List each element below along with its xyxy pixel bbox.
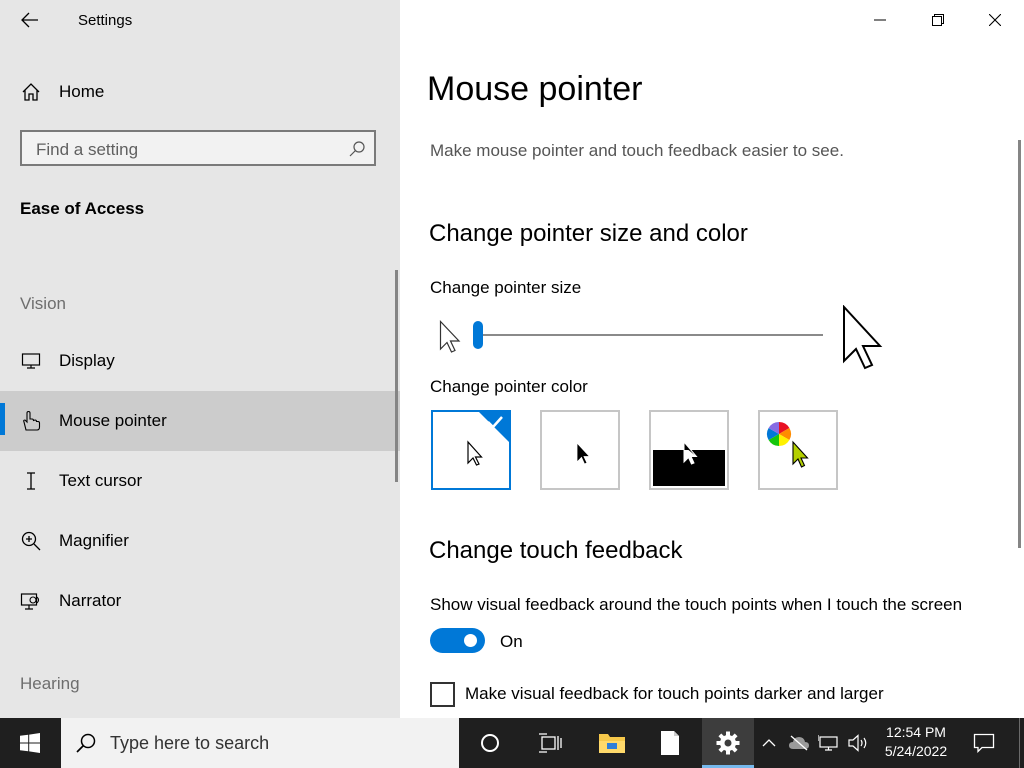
- close-icon: [989, 14, 1001, 26]
- monitor-icon: [20, 350, 42, 372]
- sidebar-item-label: Narrator: [59, 591, 122, 610]
- windows-logo-icon: [20, 733, 40, 753]
- selection-indicator: [0, 403, 5, 435]
- settings-search-box[interactable]: [20, 130, 376, 166]
- settings-search-input[interactable]: [34, 138, 338, 162]
- close-button[interactable]: [967, 0, 1023, 40]
- home-icon: [20, 81, 42, 103]
- pointer-color-black[interactable]: [540, 410, 620, 490]
- notepad-button[interactable]: [646, 718, 694, 768]
- speaker-icon: [848, 734, 867, 752]
- pointer-color-white[interactable]: [431, 410, 511, 490]
- sidebar-item-display[interactable]: Display: [0, 331, 400, 391]
- magnifier-icon: [20, 530, 42, 552]
- black-pointer-swatch: [576, 441, 591, 465]
- sidebar-item-label: Display: [59, 351, 115, 370]
- darker-feedback-label: Make visual feedback for touch points da…: [465, 684, 884, 703]
- inverted-pointer-swatch: [653, 440, 725, 486]
- search-icon[interactable]: [348, 140, 366, 158]
- pointer-size-label: Change pointer size: [430, 278, 582, 297]
- back-arrow-icon: [21, 12, 38, 28]
- pointer-size-slider-thumb[interactable]: [473, 321, 483, 349]
- folder-icon: [599, 734, 625, 753]
- visual-feedback-label: Show visual feedback around the touch po…: [430, 595, 963, 614]
- pointer-section-heading: Change pointer size and color: [429, 220, 748, 247]
- cortana-icon: [481, 734, 499, 752]
- sidebar-item-magnifier[interactable]: Magnifier: [0, 511, 400, 571]
- taskbar-search-box[interactable]: Type here to search: [61, 718, 459, 768]
- minimize-icon: [874, 19, 886, 21]
- vision-heading: Vision: [20, 294, 66, 313]
- clock-date: 5/24/2022: [884, 743, 948, 759]
- sidebar-item-text-cursor[interactable]: Text cursor: [0, 451, 400, 511]
- cortana-button[interactable]: [466, 718, 514, 768]
- sidebar-item-mouse-pointer[interactable]: Mouse pointer: [0, 391, 400, 451]
- sidebar-item-label: Magnifier: [59, 531, 129, 550]
- page-title: Mouse pointer: [427, 70, 643, 108]
- network-button[interactable]: [816, 718, 842, 768]
- hearing-heading: Hearing: [20, 674, 80, 693]
- pointer-color-custom[interactable]: [758, 410, 838, 490]
- settings-taskbar-button[interactable]: [702, 718, 754, 768]
- file-explorer-button[interactable]: [588, 718, 636, 768]
- task-view-button[interactable]: [526, 718, 574, 768]
- restore-button[interactable]: [910, 0, 966, 40]
- main-scrollbar[interactable]: [1018, 140, 1021, 548]
- taskbar: Type here to search 12:54 PM 5/24/2022: [0, 718, 1024, 768]
- minimize-button[interactable]: [852, 0, 908, 40]
- volume-button[interactable]: [846, 718, 872, 768]
- sidebar-item-label: Text cursor: [59, 471, 143, 490]
- narrator-icon: [20, 590, 42, 612]
- sidebar-scrollbar[interactable]: [395, 270, 398, 482]
- group-heading: Ease of Access: [20, 199, 145, 218]
- text-cursor-icon: [20, 470, 42, 492]
- gear-icon: [716, 731, 740, 755]
- chevron-up-icon: [762, 739, 776, 747]
- search-icon: [76, 733, 96, 753]
- taskbar-search-placeholder: Type here to search: [110, 733, 270, 753]
- pointer-color-inverted[interactable]: [649, 410, 729, 490]
- app-title: Settings: [78, 12, 133, 29]
- clock-time: 12:54 PM: [886, 724, 946, 740]
- sidebar-item-narrator[interactable]: Narrator: [0, 571, 400, 631]
- document-icon: [661, 731, 679, 755]
- cloud-offline-icon: [789, 735, 809, 751]
- task-view-icon: [539, 733, 562, 753]
- action-center-button[interactable]: [960, 718, 1008, 768]
- sidebar-item-home[interactable]: Home: [0, 62, 400, 122]
- notification-icon: [973, 733, 995, 753]
- sidebar-item-label: Mouse pointer: [59, 411, 167, 430]
- show-hidden-icons-button[interactable]: [758, 718, 780, 768]
- onedrive-button[interactable]: [786, 718, 812, 768]
- darker-feedback-checkbox[interactable]: [430, 682, 455, 707]
- white-pointer-swatch: [467, 412, 509, 466]
- large-pointer-icon: [843, 305, 883, 370]
- start-button[interactable]: [0, 718, 60, 768]
- pointer-size-slider-track[interactable]: [478, 334, 823, 336]
- taskbar-clock[interactable]: 12:54 PM 5/24/2022: [880, 723, 952, 761]
- toggle-knob: [464, 634, 477, 647]
- toggle-state-label: On: [500, 632, 523, 651]
- restore-icon: [932, 14, 944, 26]
- sidebar: Settings Home Ease of Access Vision Disp…: [0, 0, 400, 718]
- small-pointer-icon: [439, 320, 461, 353]
- home-label: Home: [59, 82, 105, 101]
- page-subtitle: Make mouse pointer and touch feedback ea…: [430, 141, 844, 160]
- network-icon: [818, 735, 838, 751]
- back-button[interactable]: [14, 8, 46, 32]
- touch-section-heading: Change touch feedback: [429, 537, 683, 564]
- mouse-pointer-hand-icon: [20, 410, 42, 432]
- visual-feedback-toggle[interactable]: [430, 628, 485, 653]
- show-desktop-divider[interactable]: [1019, 718, 1020, 768]
- color-wheel-icon: [766, 422, 809, 468]
- pointer-color-label: Change pointer color: [430, 377, 588, 396]
